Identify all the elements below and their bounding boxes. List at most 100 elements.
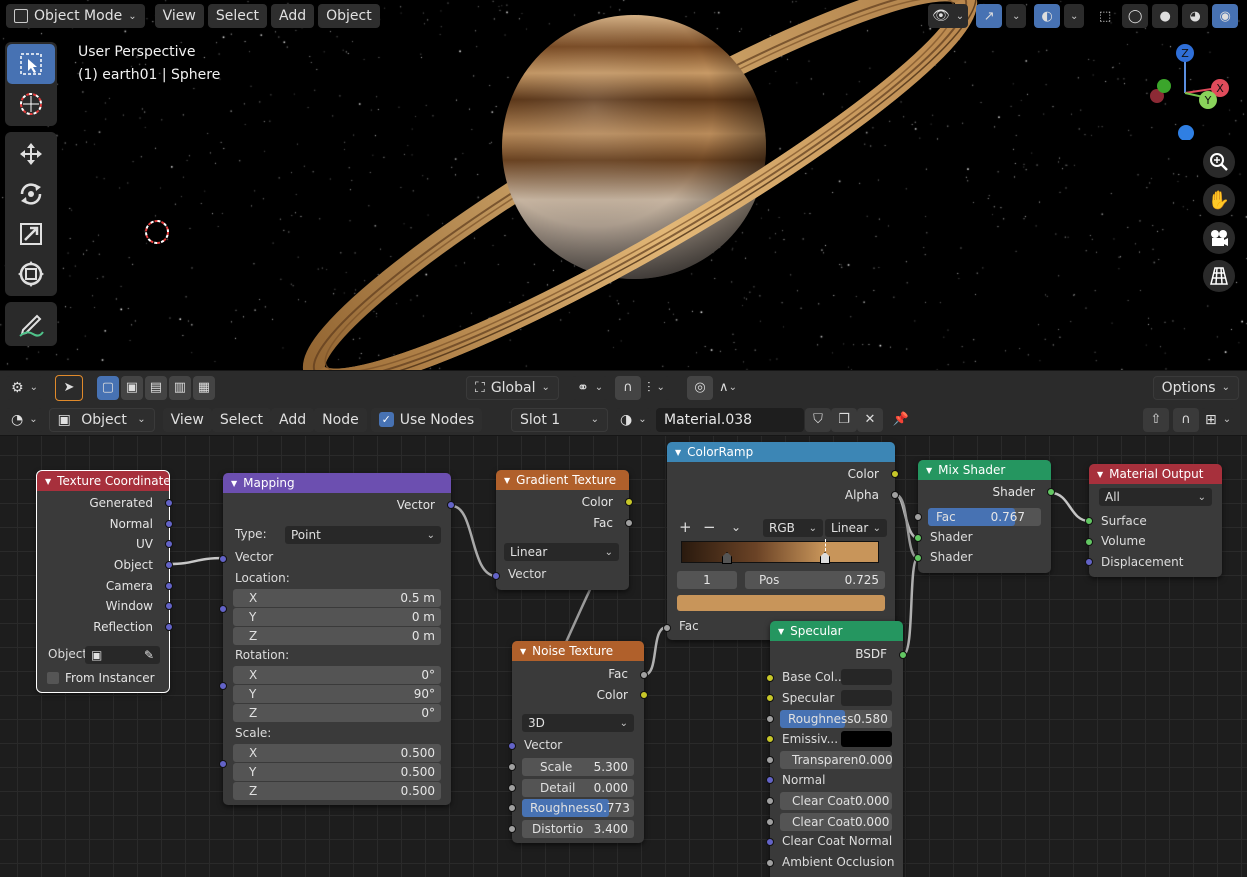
menu-select[interactable]: Select (207, 4, 268, 28)
node-header[interactable]: ▼ Mapping (223, 473, 451, 493)
node-header[interactable]: ▼ Noise Texture (512, 641, 644, 661)
rotation-x-field[interactable]: X 0° (233, 666, 441, 684)
socket-in-clear-coat-normal[interactable] (766, 838, 774, 846)
tool-rotate[interactable] (7, 174, 55, 214)
ramp-stop-pos-field[interactable]: Pos 0.725 (745, 571, 885, 589)
ramp-color-mode-select[interactable]: RGB ⌄ (763, 519, 823, 537)
snap-toggle[interactable]: ∩ (615, 375, 641, 400)
editor-type-select[interactable]: ⚙ ⌄ (6, 375, 43, 400)
socket-in-shader-2[interactable] (914, 554, 922, 562)
eyedropper-icon[interactable]: ✎ (144, 648, 154, 662)
socket-in-vector[interactable] (492, 572, 500, 580)
socket-out-vector[interactable] (447, 501, 455, 509)
select-invert-button[interactable]: ▥ (168, 375, 191, 400)
scale-y-field[interactable]: Y 0.500 (233, 763, 441, 781)
ne-menu-view[interactable]: View (162, 407, 212, 432)
node-header[interactable]: ▼ Specular (770, 621, 903, 641)
gizmo-dropdown[interactable]: ⌄ (1006, 4, 1027, 28)
rotation-y-field[interactable]: Y 90° (233, 685, 441, 703)
material-slot-select[interactable]: Slot 1 ⌄ (511, 407, 608, 432)
clear-coat-roughness-field[interactable]: Clear Coat 0.000 (780, 813, 892, 831)
socket-in-specular[interactable] (766, 694, 774, 702)
socket-in-fac[interactable] (663, 624, 671, 632)
falloff-select[interactable]: ∧ ⌄ (715, 376, 741, 400)
tool-transform[interactable] (7, 254, 55, 294)
3d-cursor-icon[interactable] (145, 220, 169, 244)
socket-in-displacement[interactable] (1085, 558, 1093, 566)
planet-sphere[interactable] (502, 15, 766, 279)
xray-toggle[interactable]: ⬚ (1092, 4, 1118, 28)
shading-rendered[interactable]: ◉ (1212, 4, 1239, 28)
socket-out-bsdf[interactable] (899, 651, 907, 659)
socket-out-alpha[interactable] (891, 491, 899, 499)
options-dropdown[interactable]: Options ⌄ (1152, 375, 1239, 400)
pin-button[interactable]: 📌 (888, 408, 914, 432)
location-y-field[interactable]: Y 0 m (233, 608, 441, 626)
socket-in-roughness[interactable] (766, 715, 774, 723)
socket-out-color[interactable] (625, 498, 633, 506)
ramp-interpolation-select[interactable]: Linear ⌄ (825, 519, 887, 537)
specular-color-swatch[interactable] (841, 690, 892, 706)
socket-in-scale[interactable] (219, 760, 227, 768)
transparency-field[interactable]: Transparen 0.000 (780, 751, 892, 769)
ne-menu-add[interactable]: Add (271, 407, 315, 432)
socket-out-shader[interactable] (1047, 488, 1055, 496)
gradient-type-select[interactable]: Linear ⌄ (504, 543, 619, 561)
menu-object[interactable]: Object (318, 4, 380, 28)
socket-in-scale[interactable] (508, 763, 516, 771)
mode-select[interactable]: Object Mode ⌄ (6, 4, 145, 28)
gizmo-neg-y[interactable] (1157, 79, 1171, 93)
socket-in-volume[interactable] (1085, 538, 1093, 546)
socket-in-clear-coat-roughness[interactable] (766, 818, 774, 826)
location-z-field[interactable]: Z 0 m (233, 627, 441, 645)
node-texture-coordinate[interactable]: ▼ Texture Coordinate Generated Normal UV … (36, 470, 173, 693)
socket-in-transparency[interactable] (766, 756, 774, 764)
node-header[interactable]: ▼ Texture Coordinate (37, 471, 171, 491)
mix-fac-field[interactable]: Fac 0.767 (928, 508, 1041, 526)
camera-view-button[interactable] (1203, 222, 1235, 254)
select-new-button[interactable]: ▢ (96, 375, 119, 400)
object-picker-field[interactable]: ▣ ✎ (85, 646, 160, 664)
pan-button[interactable]: ✋ (1203, 184, 1235, 216)
overlay-dropdown[interactable]: ⌄ (1064, 4, 1085, 28)
socket-in-rotation[interactable] (219, 682, 227, 690)
noise-roughness-field[interactable]: Roughness 0.773 (522, 799, 634, 817)
duplicate-material-button[interactable]: ❐ (831, 407, 857, 432)
socket-out-object[interactable] (165, 561, 173, 569)
base-color-swatch[interactable] (841, 669, 892, 685)
socket-out-normal[interactable] (165, 520, 173, 528)
tool-select-box[interactable] (7, 44, 55, 84)
menu-add[interactable]: Add (271, 4, 315, 28)
active-tool-button[interactable]: ➤ (54, 374, 83, 401)
ne-menu-node[interactable]: Node (314, 407, 367, 432)
node-colorramp[interactable]: ▼ ColorRamp Color Alpha + − ⌄ RGB ⌄ Linear… (663, 442, 899, 640)
ne-snap-toggle[interactable]: ∩ (1173, 407, 1199, 432)
node-header[interactable]: ▼ Material Output (1089, 464, 1222, 484)
visibility-dropdown[interactable]: 👁 ⌄ (928, 4, 969, 28)
proportional-edit-toggle[interactable]: ◎ (687, 375, 713, 400)
overlay-toggle[interactable]: ◐ (1034, 4, 1061, 28)
add-stop-button[interactable]: + (679, 518, 692, 536)
socket-in-fac[interactable] (914, 513, 922, 521)
noise-distortion-field[interactable]: Distortio 3.400 (522, 820, 634, 838)
ramp-stop-index-field[interactable]: 1 (677, 571, 737, 589)
node-material-output[interactable]: ▼ Material Output All ⌄ Surface Volume Dis… (1085, 464, 1222, 577)
socket-in-clear-coat[interactable] (766, 797, 774, 805)
socket-in-roughness[interactable] (508, 804, 516, 812)
pivot-point-select[interactable]: ⚭ ⌄ (572, 375, 609, 400)
unlink-material-button[interactable]: ✕ (857, 407, 883, 432)
shading-solid[interactable]: ● (1152, 4, 1179, 28)
noise-detail-field[interactable]: Detail 0.000 (522, 779, 634, 797)
shading-material[interactable]: ◕ (1182, 4, 1209, 28)
transform-orientation-select[interactable]: ⛶ Global ⌄ (466, 375, 559, 400)
node-specular-bsdf[interactable]: ▼ Specular BSDF Base Col... Specular Roug… (766, 621, 907, 877)
mapping-type-select[interactable]: Point ⌄ (285, 526, 441, 544)
tool-annotate[interactable] (7, 304, 55, 344)
node-editor-type-select[interactable]: ◔ ⌄ (6, 407, 43, 432)
shading-wireframe[interactable]: ◯ (1122, 4, 1149, 28)
node-editor-canvas[interactable]: ▼ Texture Coordinate Generated Normal UV … (0, 436, 1247, 877)
node-header[interactable]: ▼ ColorRamp (667, 442, 895, 462)
browse-material-button[interactable]: ◑ ⌄ (616, 407, 651, 432)
socket-out-uv[interactable] (165, 540, 173, 548)
socket-out-color[interactable] (891, 470, 899, 478)
